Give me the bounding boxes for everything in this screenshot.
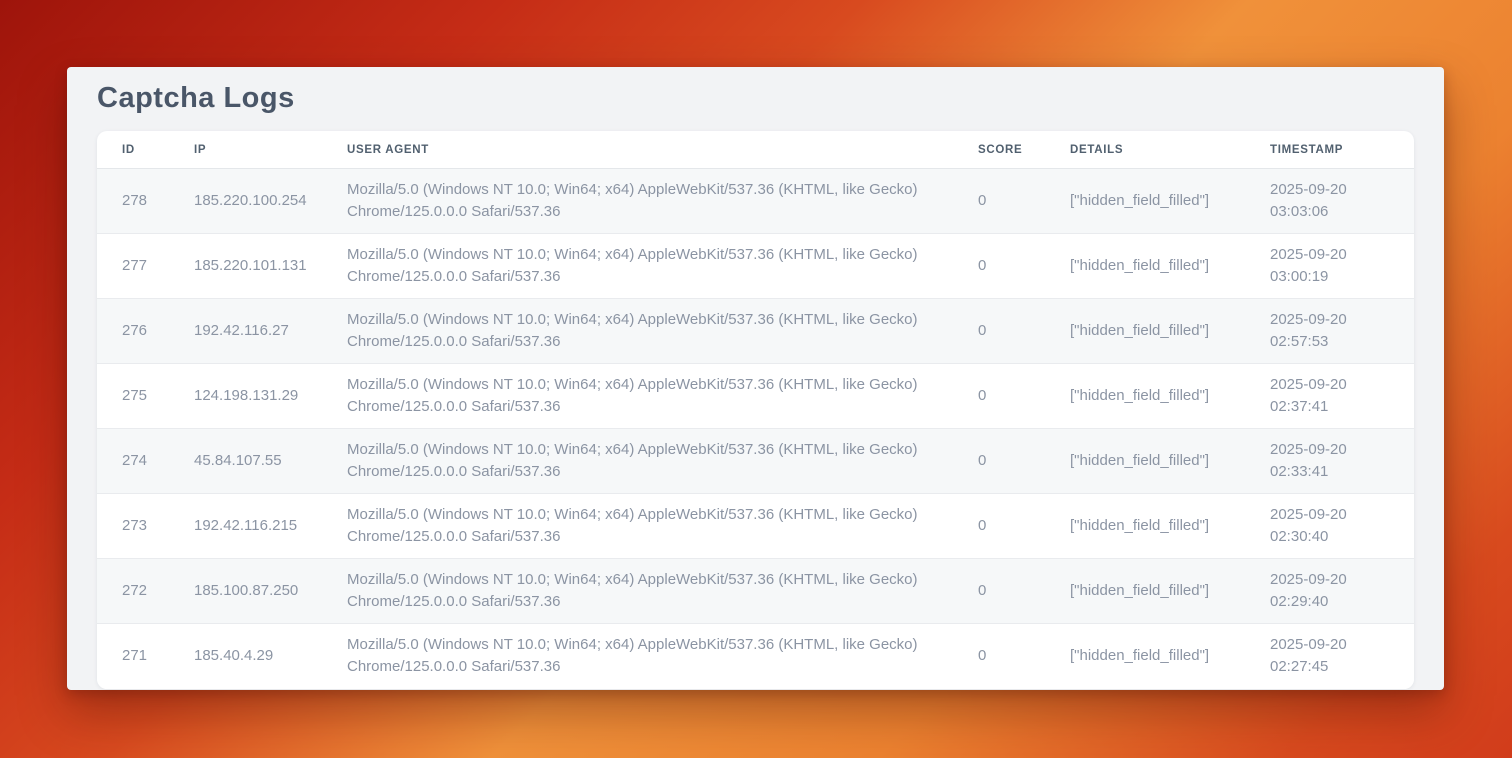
cell-timestamp: 2025-09-20 02:27:45 (1245, 624, 1414, 689)
cell-score: 0 (953, 299, 1045, 364)
table-row: 277 185.220.101.131 Mozilla/5.0 (Windows… (97, 234, 1414, 299)
cell-timestamp: 2025-09-20 02:29:40 (1245, 559, 1414, 624)
cell-id: 276 (97, 299, 169, 364)
cell-details: ["hidden_field_filled"] (1045, 559, 1245, 624)
cell-id: 275 (97, 364, 169, 429)
table-row: 275 124.198.131.29 Mozilla/5.0 (Windows … (97, 364, 1414, 429)
cell-user-agent: Mozilla/5.0 (Windows NT 10.0; Win64; x64… (322, 624, 953, 689)
cell-ip: 192.42.116.27 (169, 299, 322, 364)
cell-ip: 192.42.116.215 (169, 494, 322, 559)
cell-score: 0 (953, 494, 1045, 559)
cell-id: 274 (97, 429, 169, 494)
captcha-logs-card: Captcha Logs ID IP USER AGENT SCORE (67, 67, 1444, 690)
table-row: 273 192.42.116.215 Mozilla/5.0 (Windows … (97, 494, 1414, 559)
table-body: 278 185.220.100.254 Mozilla/5.0 (Windows… (97, 169, 1414, 689)
table-row: 276 192.42.116.27 Mozilla/5.0 (Windows N… (97, 299, 1414, 364)
col-header-score: SCORE (953, 131, 1045, 169)
cell-details: ["hidden_field_filled"] (1045, 494, 1245, 559)
table-row: 272 185.100.87.250 Mozilla/5.0 (Windows … (97, 559, 1414, 624)
cell-details: ["hidden_field_filled"] (1045, 429, 1245, 494)
cell-ip: 124.198.131.29 (169, 364, 322, 429)
table-row: 278 185.220.100.254 Mozilla/5.0 (Windows… (97, 169, 1414, 234)
cell-user-agent: Mozilla/5.0 (Windows NT 10.0; Win64; x64… (322, 234, 953, 299)
cell-user-agent: Mozilla/5.0 (Windows NT 10.0; Win64; x64… (322, 494, 953, 559)
cell-id: 272 (97, 559, 169, 624)
cell-user-agent: Mozilla/5.0 (Windows NT 10.0; Win64; x64… (322, 364, 953, 429)
cell-details: ["hidden_field_filled"] (1045, 234, 1245, 299)
cell-score: 0 (953, 364, 1045, 429)
cell-id: 278 (97, 169, 169, 234)
cell-ip: 45.84.107.55 (169, 429, 322, 494)
cell-timestamp: 2025-09-20 02:57:53 (1245, 299, 1414, 364)
cell-user-agent: Mozilla/5.0 (Windows NT 10.0; Win64; x64… (322, 299, 953, 364)
cell-timestamp: 2025-09-20 02:37:41 (1245, 364, 1414, 429)
background-gradient: Captcha Logs ID IP USER AGENT SCORE (0, 0, 1512, 758)
cell-id: 271 (97, 624, 169, 689)
cell-details: ["hidden_field_filled"] (1045, 169, 1245, 234)
page-title: Captcha Logs (97, 67, 1414, 131)
cell-score: 0 (953, 234, 1045, 299)
cell-score: 0 (953, 559, 1045, 624)
col-header-user-agent: USER AGENT (322, 131, 953, 169)
captcha-logs-table: ID IP USER AGENT SCORE DETAILS TIMESTAMP… (97, 131, 1414, 689)
cell-timestamp: 2025-09-20 02:33:41 (1245, 429, 1414, 494)
cell-user-agent: Mozilla/5.0 (Windows NT 10.0; Win64; x64… (322, 429, 953, 494)
col-header-ip: IP (169, 131, 322, 169)
cell-id: 277 (97, 234, 169, 299)
cell-timestamp: 2025-09-20 02:30:40 (1245, 494, 1414, 559)
table-row: 274 45.84.107.55 Mozilla/5.0 (Windows NT… (97, 429, 1414, 494)
cell-timestamp: 2025-09-20 03:00:19 (1245, 234, 1414, 299)
cell-ip: 185.40.4.29 (169, 624, 322, 689)
col-header-timestamp: TIMESTAMP (1245, 131, 1414, 169)
table-row: 271 185.40.4.29 Mozilla/5.0 (Windows NT … (97, 624, 1414, 689)
cell-user-agent: Mozilla/5.0 (Windows NT 10.0; Win64; x64… (322, 169, 953, 234)
cell-ip: 185.220.100.254 (169, 169, 322, 234)
cell-details: ["hidden_field_filled"] (1045, 299, 1245, 364)
captcha-logs-table-container: ID IP USER AGENT SCORE DETAILS TIMESTAMP… (97, 131, 1414, 689)
cell-ip: 185.220.101.131 (169, 234, 322, 299)
col-header-details: DETAILS (1045, 131, 1245, 169)
cell-details: ["hidden_field_filled"] (1045, 364, 1245, 429)
cell-score: 0 (953, 429, 1045, 494)
col-header-id: ID (97, 131, 169, 169)
table-header-row: ID IP USER AGENT SCORE DETAILS TIMESTAMP (97, 131, 1414, 169)
cell-details: ["hidden_field_filled"] (1045, 624, 1245, 689)
cell-score: 0 (953, 624, 1045, 689)
cell-ip: 185.100.87.250 (169, 559, 322, 624)
cell-user-agent: Mozilla/5.0 (Windows NT 10.0; Win64; x64… (322, 559, 953, 624)
cell-score: 0 (953, 169, 1045, 234)
cell-id: 273 (97, 494, 169, 559)
cell-timestamp: 2025-09-20 03:03:06 (1245, 169, 1414, 234)
